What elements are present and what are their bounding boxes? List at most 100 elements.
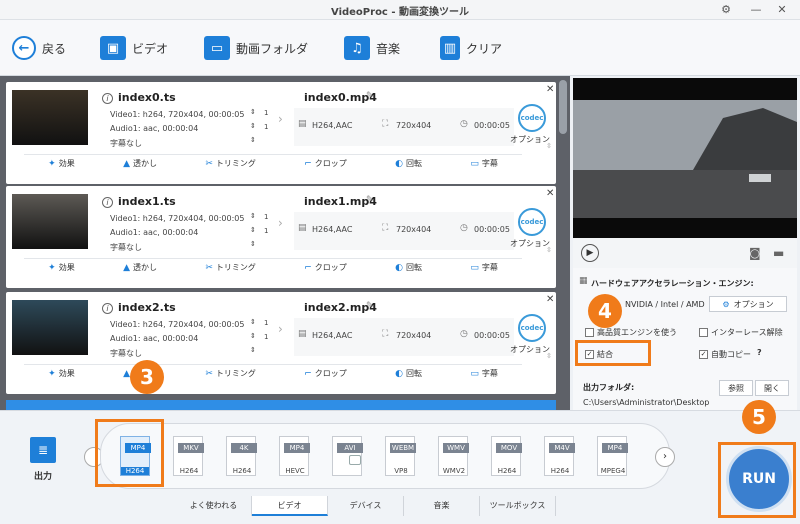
video-thumbnail[interactable] [12,90,88,145]
chevron-right-icon[interactable]: › [655,447,675,467]
open-button[interactable]: 開く [755,380,789,396]
trim-label: トリミング [215,369,256,378]
rotate-button[interactable]: ◐ 回転 [395,262,422,273]
format-tile[interactable]: MKV H264 [165,434,207,476]
edit-pencil-icon[interactable]: ✎ [366,195,374,205]
hw-option-button[interactable]: ⚙ オプション [709,296,787,312]
effect-button[interactable]: ✦ 効果 [48,368,75,379]
tab-0[interactable]: よく使われる [176,496,252,516]
codec-option-button[interactable]: codec [518,104,546,132]
subtitle-button[interactable]: ▭ 字幕 [470,368,498,379]
info-icon[interactable]: i [102,303,113,314]
codec-option-label[interactable]: オプション [510,134,550,145]
video-thumbnail[interactable] [12,194,88,249]
rotate-button[interactable]: ◐ 回転 [395,158,422,169]
format-tile[interactable]: AVI [324,434,366,476]
add-video-button[interactable]: ▣ ビデオ [100,34,168,62]
rotate-icon: ◐ [395,158,403,169]
edit-pencil-icon[interactable]: ✎ [366,301,374,311]
file-card[interactable]: i index2.ts Video1: h264, 720x404, 00:00:0… [6,292,556,394]
info-icon[interactable]: i [102,93,113,104]
stepper-icon[interactable]: ⇕ [250,122,256,130]
camera-icon[interactable]: ◙ [749,246,761,260]
trim-button[interactable]: ✂ トリミング [205,158,256,169]
trim-button[interactable]: ✂ トリミング [205,262,256,273]
subtitle-button[interactable]: ▭ 字幕 [470,158,498,169]
gear-icon[interactable]: ⚙ [718,2,734,18]
crop-button[interactable]: ⌐ クロップ [304,262,347,273]
minimize-button[interactable]: — [748,2,764,18]
stepper-icon[interactable]: ⇕ [250,332,256,340]
add-folder-button[interactable]: ▭ 動画フォルダ [204,34,308,62]
stepper-icon[interactable]: ⇕ [250,226,256,234]
watermark-button[interactable]: ▲透かし [123,158,157,169]
stepper-icon[interactable]: ⇕ [250,108,256,116]
auto-copy-checkbox[interactable]: ✓ [699,350,708,359]
remove-file-button[interactable]: ✕ [546,188,554,199]
stepper-icon[interactable]: ⇕ [250,318,256,326]
format-tile[interactable]: WEBM VP8 [377,434,419,476]
resolution-icon: ⛶ [382,119,389,129]
remove-file-button[interactable]: ✕ [546,84,554,95]
play-icon[interactable]: ▶ [581,244,599,262]
codec-option-button[interactable]: codec [518,314,546,342]
close-button[interactable]: ✕ [774,2,790,18]
format-tile[interactable]: 4K H264 [218,434,260,476]
format-tile[interactable]: M4V H264 [536,434,578,476]
rotate-button[interactable]: ◐ 回転 [395,368,422,379]
remove-file-button[interactable]: ✕ [546,294,554,305]
file-card[interactable]: i index0.ts Video1: h264, 720x404, 00:00:0… [6,82,556,184]
browse-button[interactable]: 参照 [719,380,753,396]
stepper-icon[interactable]: ⇕ [250,136,256,144]
crop-button[interactable]: ⌐ クロップ [304,368,347,379]
codec-option-label[interactable]: オプション [510,344,550,355]
subtitle-button[interactable]: ▭ 字幕 [470,262,498,273]
format-tile[interactable]: MP4 MPEG4 [589,434,631,476]
reorder-arrows-icon[interactable]: ⇳ [546,142,552,150]
format-file-icon: MKV H264 [173,436,204,476]
audio-track-info: Audio1: aac, 00:00:04 [110,124,199,133]
watermark-button[interactable]: ▲透かし [123,262,157,273]
tab-3[interactable]: 音楽 [404,496,480,516]
high-quality-checkbox[interactable] [585,328,594,337]
folder-icon[interactable]: ▬ [773,246,784,260]
subtitle-info: 字幕なし [110,349,142,358]
crop-button[interactable]: ⌐ クロップ [304,158,347,169]
output-codec: H264,AAC [312,225,353,234]
image-icon [349,455,361,465]
output-settings-icon[interactable]: ≣ [30,437,56,463]
watermark-icon: ▲ [123,262,130,273]
list-scrollbar[interactable] [559,80,567,134]
format-tile[interactable]: MOV H264 [483,434,525,476]
stepper-icon[interactable]: ⇕ [250,240,256,248]
reorder-arrows-icon[interactable]: ⇳ [546,352,552,360]
format-file-icon: 4K H264 [226,436,257,476]
reorder-arrows-icon[interactable]: ⇳ [546,246,552,254]
format-tile[interactable]: MP4 HEVC [271,434,313,476]
add-music-button[interactable]: ♫ 音楽 [344,34,400,62]
back-button[interactable]: ← 戻る [12,34,66,62]
run-button[interactable]: RUN [726,446,792,512]
deinterlace-checkbox[interactable] [699,328,708,337]
folder-plus-icon: ▭ [204,36,230,60]
format-codec: H264 [497,467,517,475]
info-icon[interactable]: i [102,197,113,208]
tab-1[interactable]: ビデオ [252,496,328,516]
codec-option-label[interactable]: オプション [510,238,550,249]
file-card[interactable]: i index1.ts Video1: h264, 720x404, 00:00:0… [6,186,556,288]
tab-4[interactable]: ツールボックス [480,496,556,516]
format-tile[interactable]: WMV WMV2 [430,434,472,476]
edit-pencil-icon[interactable]: ✎ [366,91,374,101]
stepper-icon[interactable]: ⇕ [250,346,256,354]
codec-option-button[interactable]: codec [518,208,546,236]
trim-button[interactable]: ✂ トリミング [205,368,256,379]
effect-button[interactable]: ✦ 効果 [48,262,75,273]
clear-button[interactable]: ▥ クリア [440,34,502,62]
help-icon[interactable]: ? [757,348,762,357]
video-thumbnail[interactable] [12,300,88,355]
tab-2[interactable]: デバイス [328,496,404,516]
stepper-icon[interactable]: ⇕ [250,212,256,220]
effect-button[interactable]: ✦ 効果 [48,158,75,169]
format-file-icon: M4V H264 [544,436,575,476]
output-resolution: 720x404 [396,121,432,130]
